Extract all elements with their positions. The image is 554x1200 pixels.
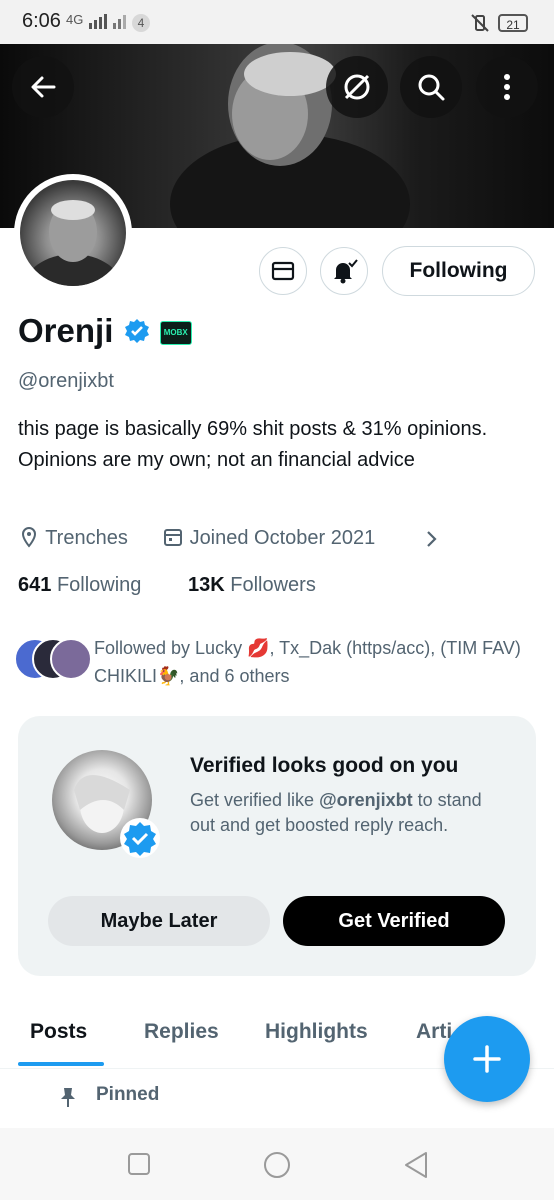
pinned-label: Pinned [96,1084,160,1105]
calendar-icon [164,529,182,546]
home-icon[interactable] [262,1150,292,1180]
following-count: 641 [18,574,52,596]
status-time: 6:06 [22,10,61,32]
followers-count-link[interactable]: 13K Followers [188,574,316,597]
more-options-button[interactable] [476,56,538,118]
mail-icon [271,261,295,281]
card-avatar [52,750,160,858]
search-button[interactable] [400,56,462,118]
profile-name-text: Orenji [18,312,114,349]
tab-highlights[interactable]: Highlights [265,1020,368,1044]
card-text-before: Get verified like [190,790,320,810]
bell-check-icon [334,259,358,284]
card-text-handle: @orenjixbt [319,790,413,810]
location: Trenches [18,526,128,550]
verified-badge-icon [120,818,160,858]
avatar [50,638,92,680]
tab-articles[interactable]: Arti [416,1020,452,1044]
back-button[interactable] [12,56,74,118]
more-vertical-icon [504,74,510,100]
affiliate-badge[interactable]: MOBX [159,321,192,346]
following-label: Following [56,574,142,596]
message-button[interactable] [259,247,307,295]
followers-label: Followers [230,574,316,596]
back-nav-icon[interactable] [402,1150,430,1180]
following-count-link[interactable]: 641 Following [18,574,141,597]
joined-date: Joined October 2021 [162,526,375,550]
notification-count-badge: 4 [132,14,150,32]
card-title: Verified looks good on you [190,754,459,777]
no-connection-icon [344,74,370,100]
location-text: Trenches [45,527,128,549]
system-nav-bar [0,1128,554,1200]
chevron-right-icon[interactable] [424,528,440,555]
card-description: Get verified like @orenjixbt to stand ou… [190,788,510,838]
tab-replies[interactable]: Replies [144,1020,219,1044]
battery-indicator: 21 [498,14,528,32]
network-type: 4G [66,12,84,27]
profile-name: Orenji MOBX [18,312,192,350]
maybe-later-button[interactable]: Maybe Later [48,896,270,946]
grok-button[interactable] [326,56,388,118]
compose-button[interactable] [444,1016,530,1102]
verified-badge-icon[interactable] [123,317,151,345]
get-verified-button[interactable]: Get Verified [283,896,505,946]
following-button[interactable]: Following [382,246,535,296]
verified-promo-card: Verified looks good on you Get verified … [18,716,536,976]
vibrate-off-icon [470,14,490,37]
signal-icon: 4G [66,12,129,29]
followers-count: 13K [188,574,225,596]
active-tab-indicator [18,1062,104,1066]
followed-by-text[interactable]: Followed by Lucky 💋, Tx_Dak (https/acc),… [94,634,534,690]
followed-by-avatars[interactable] [14,638,92,680]
status-bar: 6:06 4G 4 21 [0,0,554,44]
avatar-image [20,180,126,286]
profile-bio: this page is basically 69% shit posts & … [18,418,488,471]
notifications-button[interactable] [320,247,368,295]
search-icon [418,74,445,101]
joined-text: Joined October 2021 [189,527,376,549]
recents-icon[interactable] [127,1152,151,1176]
location-pin-icon [21,526,37,548]
profile-handle: @orenjixbt [18,370,114,392]
plus-icon [473,1045,501,1073]
back-arrow-icon [31,76,56,98]
pin-icon [58,1086,78,1113]
profile-avatar[interactable] [14,174,132,292]
tab-posts[interactable]: Posts [30,1020,87,1044]
